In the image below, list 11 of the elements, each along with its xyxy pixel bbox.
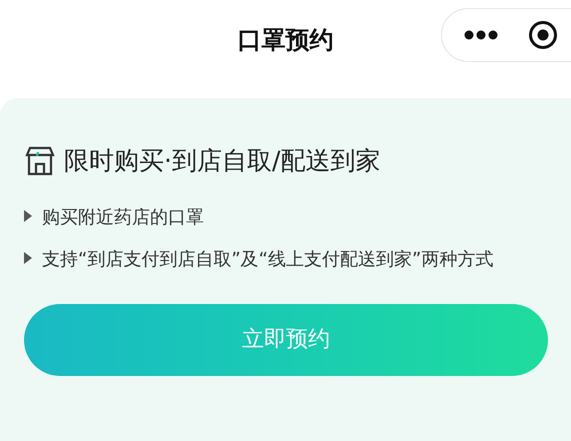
reserve-button[interactable]: 立即预约 — [24, 304, 548, 376]
bullet-text: 支持“到店支付到店自取”及“线上支付配送到家”两种方式 — [42, 248, 494, 272]
triangle-icon — [24, 252, 32, 264]
page-title: 口罩预约 — [238, 25, 334, 56]
bullet-text: 购买附近药店的口罩 — [42, 206, 205, 230]
section-heading: 限时购买·到店自取/配送到家 — [64, 145, 380, 177]
capsule-menu[interactable] — [441, 8, 571, 62]
store-icon — [24, 144, 56, 177]
close-icon[interactable] — [528, 20, 558, 50]
triangle-icon — [24, 210, 32, 222]
more-icon[interactable] — [464, 30, 498, 40]
